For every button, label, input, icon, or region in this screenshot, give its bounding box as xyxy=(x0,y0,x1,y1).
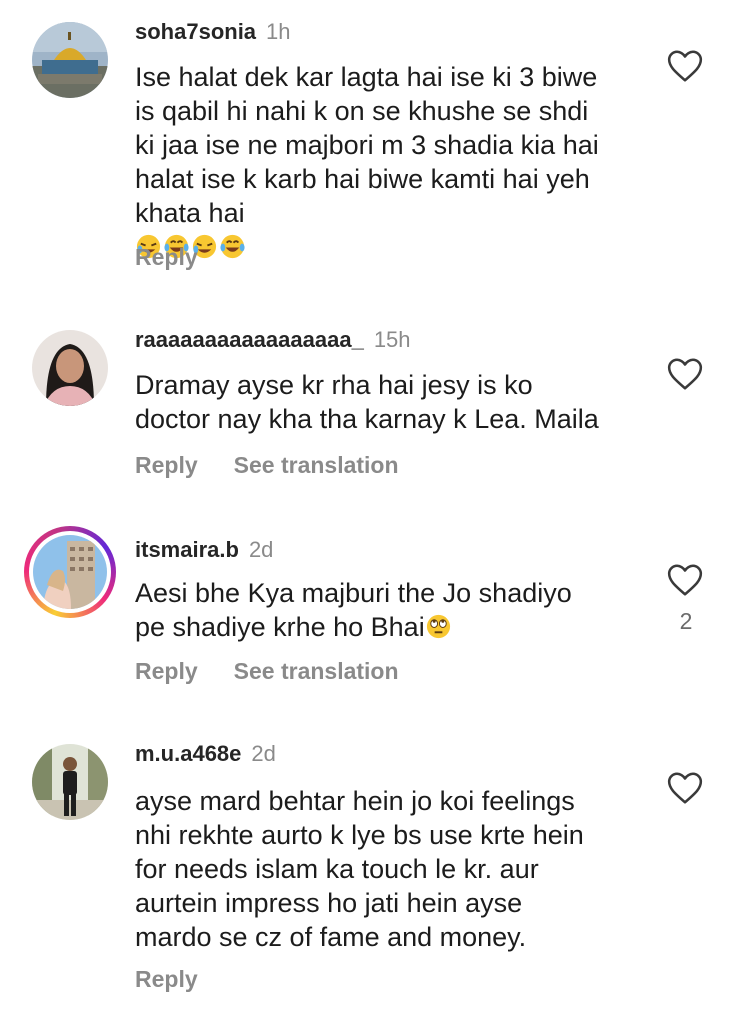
timestamp: 2d xyxy=(248,537,274,562)
avatar xyxy=(29,531,111,613)
timestamp: 15h xyxy=(373,327,411,352)
avatar-portrait-image xyxy=(32,330,108,406)
comment-actions: Reply See translation xyxy=(135,658,435,685)
comment-text: Dramay ayse kr rha hai jesy is ko doctor… xyxy=(135,368,655,436)
heart-icon[interactable] xyxy=(666,562,704,598)
username-link[interactable]: itsmaira.b xyxy=(135,537,239,562)
username-link[interactable]: soha7sonia xyxy=(135,19,256,44)
comment-text: ayse mard behtar hein jo koi feelings nh… xyxy=(135,784,655,954)
see-translation-link[interactable]: See translation xyxy=(234,658,399,684)
comment-item: raaaaaaaaaaaaaaaaa_ 15h Dramay ayse kr rh… xyxy=(0,300,744,510)
avatar-building-image xyxy=(33,535,107,609)
avatar[interactable] xyxy=(32,330,108,406)
username-link[interactable]: raaaaaaaaaaaaaaaaa_ xyxy=(135,327,364,352)
comment-item: m.u.a468e 2d ayse mard behtar hein jo koi… xyxy=(0,720,744,1024)
comment-header: soha7sonia 1h xyxy=(135,18,291,46)
comment-body: Dramay ayse kr rha hai jesy is ko doctor… xyxy=(135,370,599,434)
comment-item: itsmaira.b 2d Aesi bhe Kya majburi the Jo… xyxy=(0,510,744,720)
username-link[interactable]: m.u.a468e xyxy=(135,741,241,766)
comment-text: Ise halat dek kar lagta hai ise ki 3 biw… xyxy=(135,60,655,264)
see-translation-link[interactable]: See translation xyxy=(234,452,399,478)
comment-actions: Reply xyxy=(135,244,234,271)
avatar[interactable] xyxy=(32,744,108,820)
avatar-person-image xyxy=(32,744,108,820)
reply-button[interactable]: Reply xyxy=(135,244,198,270)
comment-body: Aesi bhe Kya majburi the Jo shadiyo pe s… xyxy=(135,578,572,642)
comment-header: raaaaaaaaaaaaaaaaa_ 15h xyxy=(135,326,411,354)
comment-header: m.u.a468e 2d xyxy=(135,740,276,768)
heart-icon[interactable] xyxy=(666,770,704,806)
comment-actions: Reply See translation xyxy=(135,452,435,479)
heart-icon[interactable] xyxy=(666,356,704,392)
avatar-with-story-ring[interactable] xyxy=(24,526,116,618)
reply-button[interactable]: Reply xyxy=(135,658,198,684)
eye-roll-emoji xyxy=(426,614,450,639)
like-count: 2 xyxy=(679,608,693,634)
timestamp: 2d xyxy=(251,741,276,766)
avatar[interactable] xyxy=(32,22,108,98)
comment-header: itsmaira.b 2d xyxy=(135,536,273,564)
heart-icon[interactable] xyxy=(666,48,704,84)
timestamp: 1h xyxy=(266,19,291,44)
comment-text: Aesi bhe Kya majburi the Jo shadiyo pe s… xyxy=(135,576,655,644)
comment-body: ayse mard behtar hein jo koi feelings nh… xyxy=(135,786,584,952)
reply-button[interactable]: Reply xyxy=(135,966,198,992)
comment-body: Ise halat dek kar lagta hai ise ki 3 biw… xyxy=(135,62,599,228)
comment-item: soha7sonia 1h Ise halat dek kar lagta hai… xyxy=(0,0,744,300)
reply-button[interactable]: Reply xyxy=(135,452,198,478)
comment-actions: Reply xyxy=(135,966,234,993)
avatar-dome-image xyxy=(32,22,108,98)
